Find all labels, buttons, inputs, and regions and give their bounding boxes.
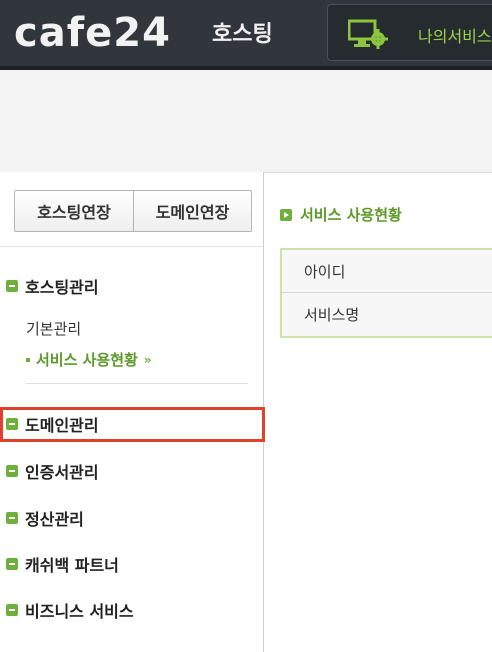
collapse-icon <box>6 558 18 570</box>
service-info-table: 아이디 서비스명 <box>280 248 492 338</box>
submenu-divider <box>26 383 248 384</box>
page-title: 서비스 사용현황 <box>280 204 402 225</box>
collapse-icon <box>6 604 18 616</box>
sidebar-item-billing-management[interactable]: 정산관리 <box>6 507 84 529</box>
sub-header-band <box>0 70 492 173</box>
submenu-label: 서비스 사용현황 <box>36 351 138 369</box>
sidebar-item-cashback-partner[interactable]: 캐쉬백 파트너 <box>6 553 119 575</box>
hosting-renewal-button[interactable]: 호스팅연장 <box>14 190 134 232</box>
left-sidebar: 호스팅연장 도메인연장 호스팅관리 기본관리 서비스 사용현황 » 도메인관리 … <box>0 172 265 652</box>
sidebar-item-hosting-management[interactable]: 호스팅관리 <box>6 275 99 297</box>
renewal-button-group: 호스팅연장 도메인연장 <box>14 190 252 232</box>
sidebar-item-label: 호스팅관리 <box>25 278 99 297</box>
monitor-gear-icon <box>348 19 388 49</box>
table-row-id: 아이디 <box>282 250 492 293</box>
submenu-basic-management[interactable]: 기본관리 <box>26 318 81 339</box>
submenu-service-usage[interactable]: 서비스 사용현황 » <box>26 349 152 370</box>
top-header: cafe24 호스팅 나의서비스 <box>0 0 492 70</box>
sidebar-item-label: 비즈니스 서비스 <box>25 602 134 621</box>
my-service-label: 나의서비스 <box>418 27 492 46</box>
sidebar-item-label: 인증서관리 <box>25 463 99 482</box>
play-icon <box>280 208 292 221</box>
page-title-text: 서비스 사용현황 <box>300 206 402 224</box>
table-row-service-name: 서비스명 <box>304 306 360 324</box>
bullet-icon <box>26 357 30 362</box>
my-service-button[interactable]: 나의서비스 <box>327 4 492 61</box>
logo-subtitle: 호스팅 <box>212 22 273 47</box>
sidebar-item-label: 캐쉬백 파트너 <box>25 556 119 575</box>
sidebar-item-business-service[interactable]: 비즈니스 서비스 <box>6 599 134 621</box>
sidebar-item-certificate-management[interactable]: 인증서관리 <box>6 460 99 482</box>
domain-renewal-button[interactable]: 도메인연장 <box>134 190 252 232</box>
collapse-icon <box>6 465 18 477</box>
sidebar-item-label: 정산관리 <box>25 510 84 529</box>
sidebar-divider <box>0 246 263 247</box>
collapse-icon <box>6 512 18 524</box>
collapse-icon <box>6 280 18 292</box>
cafe24-logo[interactable]: cafe24 <box>14 10 171 56</box>
double-chevron-right-icon: » <box>143 352 152 367</box>
highlight-box <box>0 407 265 442</box>
